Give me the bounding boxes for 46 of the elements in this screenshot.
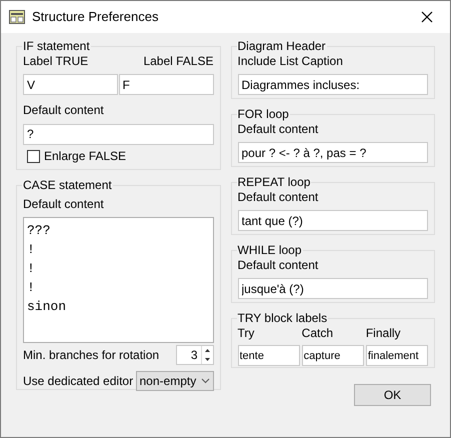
group-title: WHILE loop xyxy=(236,243,303,257)
text-field[interactable]: pour ? <- ? à ?, pas = ? xyxy=(238,142,428,163)
text-field[interactable]: F xyxy=(118,74,214,95)
field-label: Default content xyxy=(238,190,320,205)
field-label: Default content xyxy=(238,122,320,137)
chevron-down-icon xyxy=(200,378,210,384)
text-line: sinon xyxy=(27,298,68,316)
field-label: Catch xyxy=(302,326,334,341)
text-field[interactable]: Diagrammes incluses: xyxy=(238,74,428,95)
group-title: Diagram Header xyxy=(236,39,327,53)
text-field[interactable]: jusque'à (?) xyxy=(238,278,428,299)
text-field[interactable]: tente xyxy=(238,345,300,366)
window-icon xyxy=(9,10,25,24)
field-label: Label TRUE xyxy=(23,54,88,69)
checkbox[interactable] xyxy=(27,150,40,163)
field-label: Default content xyxy=(23,103,104,117)
group-title: FOR loop xyxy=(236,107,290,121)
field-label: Default content xyxy=(238,258,320,273)
text-line: ! xyxy=(27,260,36,278)
field-label: Min. branches for rotation xyxy=(23,348,160,362)
editor-dropdown[interactable]: non-empty xyxy=(136,371,214,391)
text-line: ??? xyxy=(27,222,52,240)
text-field[interactable]: capture xyxy=(302,345,364,366)
ok-button[interactable]: OK xyxy=(354,384,431,406)
text-line: ! xyxy=(27,241,36,259)
field-label: Label FALSE xyxy=(143,54,214,69)
text-line: ! xyxy=(27,279,36,297)
field-label: Enlarge FALSE xyxy=(44,149,126,164)
field-label: Use dedicated editor xyxy=(23,374,134,388)
group-title: IF statement xyxy=(22,39,91,53)
window-title: Structure Preferences xyxy=(32,8,158,26)
number-spinner[interactable]: 3 xyxy=(176,345,214,365)
group-title: CASE statement xyxy=(22,178,113,192)
field-label: Default content xyxy=(23,197,104,211)
text-field[interactable]: finalement xyxy=(366,345,428,366)
group-title: REPEAT loop xyxy=(236,175,312,189)
field-label: Include List Caption xyxy=(238,54,344,69)
text-field[interactable]: V xyxy=(23,74,118,95)
text-field[interactable]: ? xyxy=(23,124,214,144)
field-label: Finally xyxy=(366,326,402,341)
field-label: Try xyxy=(238,326,256,341)
spinner-value: 3 xyxy=(190,347,198,364)
group-title: TRY block labels xyxy=(236,311,328,325)
text-field[interactable]: tant que (?) xyxy=(238,210,428,231)
multiline-text-field[interactable]: ??? ! ! ! sinon xyxy=(23,217,214,343)
close-icon xyxy=(421,11,433,23)
